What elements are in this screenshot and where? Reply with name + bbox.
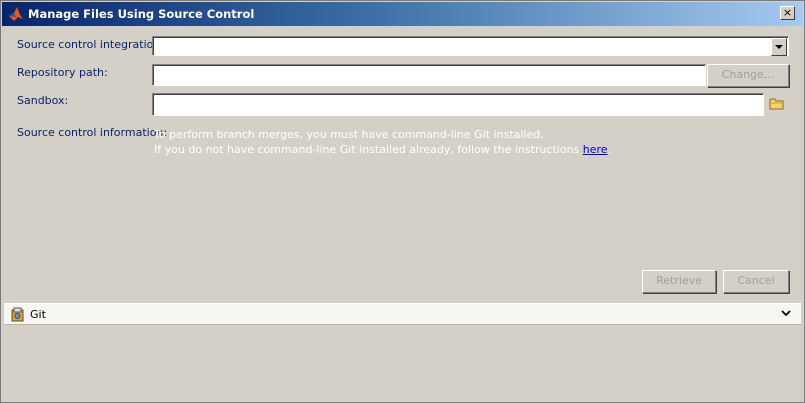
close-button[interactable]: × [780, 6, 795, 20]
instructions-link[interactable]: here [583, 143, 608, 156]
repo-path-input[interactable] [153, 65, 705, 85]
integration-dropdown[interactable] [152, 36, 789, 56]
window-title: Manage Files Using Source Control [28, 7, 255, 21]
info-line-1: To perform branch merges, you must have … [154, 128, 544, 141]
sandbox-label: Sandbox: [17, 94, 69, 107]
retrieve-button[interactable]: Retrieve [642, 270, 716, 293]
folder-icon[interactable] [769, 97, 785, 111]
repo-path-field[interactable] [152, 64, 706, 86]
integration-label: Source control integration: [17, 38, 165, 51]
integration-value[interactable] [153, 37, 788, 55]
dialog-window: Manage Files Using Source Control × Sour… [0, 0, 805, 403]
git-panel-header[interactable]: Git [4, 303, 801, 325]
chevron-down-icon[interactable] [779, 306, 793, 320]
info-period: . [607, 143, 612, 156]
cancel-button[interactable]: Cancel [723, 270, 789, 293]
git-panel-label: Git [30, 308, 46, 321]
git-icon [11, 307, 24, 322]
sandbox-input[interactable] [153, 94, 763, 115]
info-line-2-text: If you do not have command-line Git inst… [154, 143, 583, 156]
info-label: Source control information: [17, 126, 168, 139]
chevron-down-icon[interactable] [771, 38, 787, 56]
repo-path-label: Repository path: [17, 66, 108, 79]
git-panel-body [4, 325, 801, 399]
info-line-2: If you do not have command-line Git inst… [154, 142, 611, 157]
matlab-logo-icon [9, 7, 23, 21]
sandbox-field[interactable] [152, 93, 764, 116]
title-bar[interactable]: Manage Files Using Source Control × [2, 2, 803, 26]
change-button[interactable]: Change... [707, 64, 789, 87]
info-text: To perform branch merges, you must have … [154, 127, 611, 157]
